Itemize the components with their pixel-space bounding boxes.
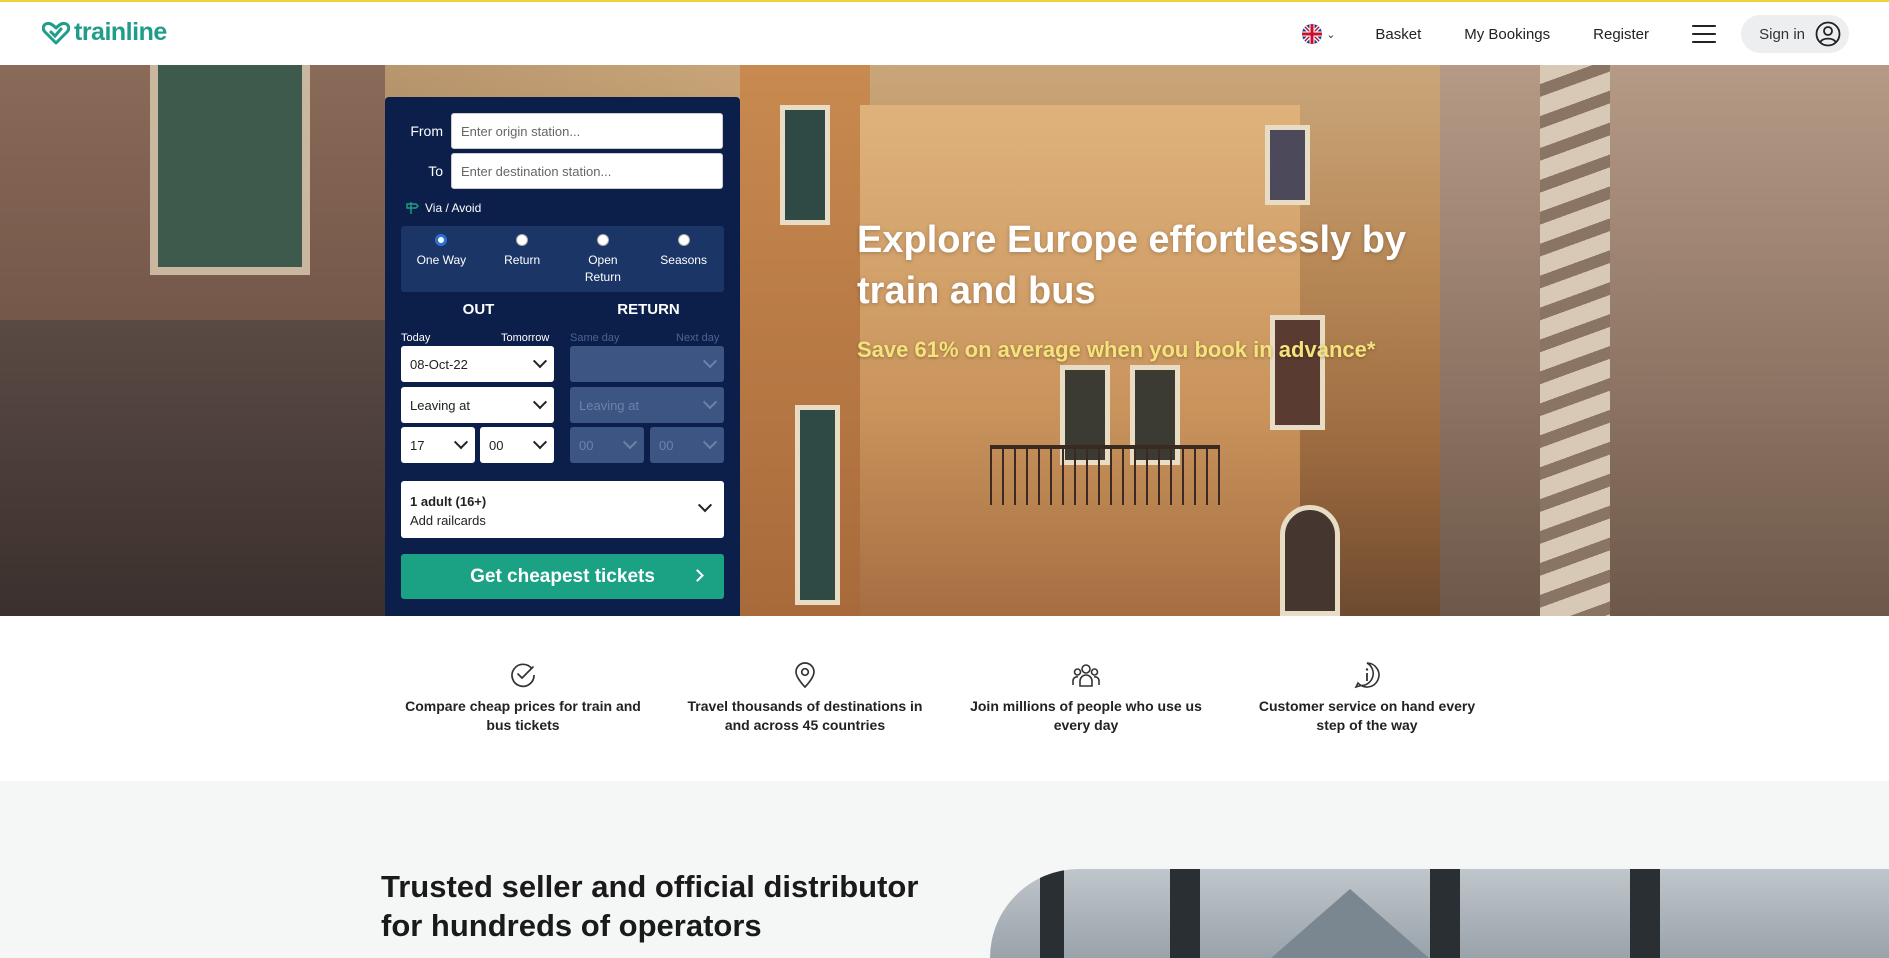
chevron-down-icon [532, 354, 548, 369]
hero-subtitle: Save 61% on average when you book in adv… [857, 337, 1376, 362]
out-heading: OUT [462, 301, 495, 318]
journey-type-label: One Way [416, 253, 467, 267]
chevron-right-icon [691, 569, 704, 582]
out-hour-select[interactable]: 17 [401, 427, 475, 463]
out-hour-value: 17 [410, 437, 425, 453]
language-selector[interactable]: ⌄ [1302, 24, 1335, 44]
feature-item: Customer service on hand every step of t… [1247, 661, 1487, 735]
trusted-heading: Trusted seller and official distributor … [381, 869, 919, 943]
out-minute-select[interactable]: 00 [480, 427, 554, 463]
out-date-value: 08-Oct-22 [410, 356, 468, 372]
chevron-down-icon [702, 395, 718, 410]
radio-unselected[interactable] [516, 234, 529, 246]
trainline-logo[interactable]: trainline [42, 18, 167, 47]
return-time-mode-value: Leaving at [579, 397, 639, 413]
sign-in-button[interactable]: Sign in [1741, 15, 1849, 53]
user-circle-icon [1815, 21, 1841, 47]
feature-item: Travel thousands of destinations in and … [685, 661, 925, 735]
nav-my-bookings[interactable]: My Bookings [1464, 26, 1550, 43]
chevron-down-icon [622, 435, 638, 450]
return-date-select [570, 346, 724, 382]
out-time-mode-value: Leaving at [410, 397, 470, 413]
journey-seasons-option[interactable]: Seasons [643, 226, 724, 292]
info-bubble-icon [1354, 662, 1380, 689]
chevron-down-icon: ⌄ [1326, 28, 1336, 41]
tomorrow-link[interactable]: Tomorrow [501, 332, 549, 344]
uk-flag-icon [1302, 24, 1323, 44]
passengers-railcards-select[interactable]: 1 adult (16+) Add railcards [401, 481, 724, 538]
feature-text: Customer service on hand every step of t… [1258, 698, 1476, 733]
features-strip: Compare cheap prices for train and bus t… [0, 616, 1889, 781]
origin-row: From [385, 113, 740, 149]
feature-text: Travel thousands of destinations in and … [687, 698, 923, 733]
journey-type-selector: One Way Return Open Return Seasons [401, 226, 724, 292]
map-pin-icon [795, 662, 815, 689]
chevron-down-icon [532, 395, 548, 410]
radio-selected[interactable] [435, 234, 448, 246]
people-icon [1072, 664, 1100, 687]
logo-text: trainline [74, 18, 167, 46]
site-header: trainline ⌄ Basket My Bookings Register [0, 2, 1889, 65]
journey-open-return-option[interactable]: Open Return [563, 226, 644, 292]
passengers-value: 1 adult (16+) [410, 494, 487, 509]
from-label: From [410, 123, 443, 139]
via-avoid-toggle[interactable]: Via / Avoid [405, 201, 481, 215]
chevron-down-icon [702, 354, 718, 369]
to-label: To [428, 163, 443, 179]
journey-type-label: Open Return [584, 253, 621, 284]
hero-banner: Explore Europe effortlessly by train and… [0, 65, 1889, 616]
return-hour-value: 00 [579, 437, 594, 453]
radio-unselected[interactable] [677, 234, 690, 246]
origin-station-input[interactable] [451, 113, 723, 149]
journey-one-way-option[interactable]: One Way [401, 226, 482, 292]
signpost-icon [406, 202, 419, 214]
same-day-link: Same day [570, 332, 620, 344]
feature-item: Join millions of people who use us every… [966, 661, 1206, 735]
destination-row: To [385, 153, 740, 189]
journey-type-label: Return [504, 253, 541, 267]
add-railcards-label: Add railcards [410, 513, 486, 528]
via-avoid-label: Via / Avoid [425, 201, 482, 215]
nav-register[interactable]: Register [1593, 26, 1649, 43]
feature-item: Compare cheap prices for train and bus t… [403, 661, 643, 735]
train-window-photo [990, 869, 1889, 958]
trusted-seller-section: Trusted seller and official distributor … [0, 781, 1889, 958]
return-minute-select: 00 [650, 427, 724, 463]
hero-title: Explore Europe effortlessly by train and… [857, 219, 1407, 312]
journey-return-option[interactable]: Return [482, 226, 563, 292]
return-hour-select: 00 [570, 427, 644, 463]
feature-text: Compare cheap prices for train and bus t… [405, 698, 641, 733]
nav-basket[interactable]: Basket [1375, 26, 1421, 43]
chevron-down-icon [697, 498, 713, 513]
heart-check-logo-icon [42, 21, 70, 44]
check-circle-icon [511, 663, 535, 688]
return-minute-value: 00 [659, 437, 674, 453]
sign-in-label: Sign in [1759, 25, 1805, 43]
chevron-down-icon [453, 435, 469, 450]
next-day-link: Next day [676, 332, 720, 344]
today-link[interactable]: Today [401, 332, 430, 344]
header-nav: ⌄ Basket My Bookings Register Sign in [1302, 15, 1849, 53]
journey-type-label: Seasons [660, 253, 707, 267]
chevron-down-icon [532, 435, 548, 450]
cta-label: Get cheapest tickets [470, 565, 655, 587]
out-date-select[interactable]: 08-Oct-22 [401, 346, 554, 382]
out-time-mode-select[interactable]: Leaving at [401, 387, 554, 423]
destination-station-input[interactable] [451, 153, 723, 189]
feature-text: Join millions of people who use us every… [970, 698, 1202, 733]
chevron-down-icon [702, 435, 718, 450]
journey-search-form: From To Via / Avoid One Way Return Open … [385, 97, 740, 616]
menu-icon[interactable] [1692, 25, 1716, 43]
return-time-mode-select: Leaving at [570, 387, 724, 423]
get-cheapest-tickets-button[interactable]: Get cheapest tickets [401, 554, 724, 599]
return-heading: RETURN [617, 301, 680, 318]
out-minute-value: 00 [489, 437, 504, 453]
radio-unselected[interactable] [596, 234, 609, 246]
